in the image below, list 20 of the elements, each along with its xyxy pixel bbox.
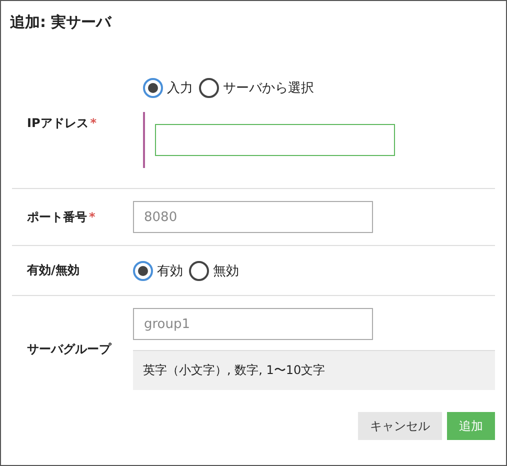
- field-label: 有効/無効: [27, 263, 80, 277]
- radio-option[interactable]: 無効: [189, 260, 239, 280]
- required-mark: *: [89, 210, 96, 224]
- radio-icon[interactable]: [143, 78, 163, 98]
- dialog-title: 追加: 実サーバ: [10, 13, 113, 32]
- input-field[interactable]: group1: [133, 308, 373, 340]
- input-field[interactable]: 8080: [133, 201, 373, 233]
- input-field[interactable]: [155, 124, 395, 156]
- cancel-button[interactable]: キャンセル: [358, 412, 442, 440]
- field-label: IPアドレス: [27, 116, 88, 130]
- hint-text: 英字（小文字）, 数字, 1〜10文字: [133, 350, 495, 390]
- field-label: ポート番号: [27, 210, 87, 224]
- field-label: サーバグループ: [27, 342, 111, 356]
- radio-option[interactable]: サーバから選択: [199, 78, 314, 98]
- radio-icon[interactable]: [133, 260, 153, 280]
- radio-option[interactable]: 有効: [133, 260, 183, 280]
- required-mark: *: [90, 116, 97, 130]
- radio-icon[interactable]: [189, 260, 209, 280]
- radio-icon[interactable]: [199, 78, 219, 98]
- radio-option[interactable]: 入力: [143, 78, 193, 98]
